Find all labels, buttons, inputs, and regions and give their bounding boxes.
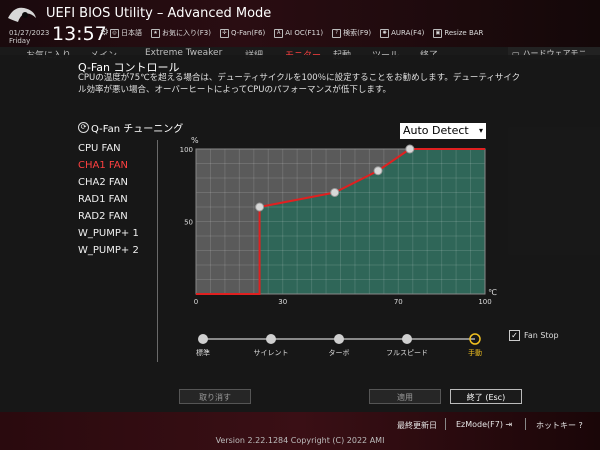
top-bar: UEFI BIOS Utility – Advanced Mode 01/27/… <box>0 0 600 47</box>
toolbar: ◎ 日本語 ★ お気に入り(F3) ✣ Q-Fan(F6) A AI OC(F11) ?… <box>110 28 483 38</box>
ai-oc-label: AI OC(F11) <box>285 29 324 37</box>
apply-button[interactable]: 適用 <box>369 389 441 404</box>
fan-item-cha1-fan[interactable]: CHA1 FAN <box>78 158 139 175</box>
ai-oc-button[interactable]: A AI OC(F11) <box>274 28 323 38</box>
fan-stop-label: Fan Stop <box>524 331 559 340</box>
ai-icon: A <box>274 28 284 38</box>
aura-icon: ✺ <box>380 28 390 38</box>
preset-knob[interactable] <box>334 334 344 344</box>
language-button[interactable]: ◎ 日本語 <box>110 28 142 38</box>
footer-separator <box>445 418 446 430</box>
fan-curve-chart[interactable]: 0 30 70 100 50 100% ℃ <box>178 130 498 312</box>
divider <box>157 140 158 362</box>
copyright-text: Version 2.22.1284 Copyright (C) 2022 AMI <box>215 436 385 445</box>
fan-stop-checkbox[interactable]: ✓ Fan Stop <box>509 330 559 341</box>
checkbox-check-icon: ✓ <box>509 330 520 341</box>
aura-button[interactable]: ✺ AURA(F4) <box>380 28 424 38</box>
star-icon: ★ <box>151 28 160 38</box>
help-icon: ? <box>332 28 342 38</box>
fan-item-rad1-fan[interactable]: RAD1 FAN <box>78 192 139 209</box>
date-display: 01/27/2023 Friday <box>9 29 49 45</box>
app-title: UEFI BIOS Utility – Advanced Mode <box>46 6 272 21</box>
fan-item-cha2-fan[interactable]: CHA2 FAN <box>78 175 139 192</box>
resize-bar-button[interactable]: ▣ Resize BAR <box>433 28 483 38</box>
x-axis-unit: ℃ <box>488 288 497 297</box>
favorites-label: お気に入り(F3) <box>162 29 211 37</box>
fan-item-w-pump-2[interactable]: W_PUMP+ 2 <box>78 243 139 260</box>
y-tick-label: 100 <box>180 146 193 154</box>
rog-logo-icon <box>8 7 36 22</box>
search-button[interactable]: ? 検索(F9) <box>332 28 371 38</box>
preset-knob[interactable] <box>198 334 208 344</box>
hotkeys-label: ホットキー <box>536 421 576 430</box>
search-label: 検索(F9) <box>343 29 372 37</box>
curve-control-point[interactable] <box>255 202 265 212</box>
ezmode-label: EzMode(F7) <box>456 420 503 429</box>
x-tick-label: 0 <box>194 298 198 306</box>
last-modified-button[interactable]: 最終更新日 <box>397 420 437 431</box>
preset-label: 標準 <box>196 348 210 357</box>
qfan-tuning-button[interactable]: ⟳ Q-Fan チューニング <box>78 120 183 135</box>
preset-label: 手動 <box>468 348 482 357</box>
curve-control-point[interactable] <box>405 144 415 154</box>
fan-icon: ✣ <box>219 28 229 38</box>
x-tick-label: 70 <box>394 298 403 306</box>
resize-icon: ▣ <box>433 28 443 38</box>
preset-slider[interactable]: 標準 サイレント ターボ フルスピード 手動 <box>190 330 490 360</box>
fan-item-rad2-fan[interactable]: RAD2 FAN <box>78 209 139 226</box>
exit-arrow-icon: ⇥ <box>505 420 513 429</box>
tuning-icon: ⟳ <box>78 122 89 133</box>
preset-knob[interactable] <box>402 334 412 344</box>
fan-list: CPU FAN CHA1 FAN CHA2 FAN RAD1 FAN RAD2 … <box>78 141 139 260</box>
aura-label: AURA(F4) <box>391 29 425 37</box>
ezmode-button[interactable]: EzMode(F7) ⇥ <box>456 420 512 429</box>
last-modified-label: 最終更新日 <box>397 421 437 430</box>
y-axis-unit: % <box>191 136 199 145</box>
footer-separator <box>525 418 526 430</box>
qfan-tuning-title: Q-Fan チューニング <box>91 124 184 135</box>
date-text: 01/27/2023 <box>9 29 50 37</box>
preset-label: フルスピード <box>386 349 428 357</box>
x-tick-label: 100 <box>478 298 491 306</box>
exit-button[interactable]: 終了 (Esc) <box>450 389 522 404</box>
x-tick-label: 30 <box>278 298 287 306</box>
globe-icon: ◎ <box>110 28 119 38</box>
hotkey-icon: ? <box>578 421 583 430</box>
fan-item-w-pump-1[interactable]: W_PUMP+ 1 <box>78 226 139 243</box>
clock-display: 13:57 <box>52 23 107 45</box>
preset-label: サイレント <box>254 349 289 357</box>
fan-item-cpu-fan[interactable]: CPU FAN <box>78 141 139 158</box>
hotkeys-button[interactable]: ホットキー ? <box>536 420 583 431</box>
qfan-button[interactable]: ✣ Q-Fan(F6) <box>219 28 266 38</box>
curve-control-point[interactable] <box>373 166 383 176</box>
preset-label: ターボ <box>329 348 350 357</box>
qfan-description: CPUの温度が75℃を超える場合は、デューティサイクルを100％に設定することを… <box>78 73 521 95</box>
undo-button[interactable]: 取り消す <box>179 389 251 404</box>
preset-knob[interactable] <box>266 334 276 344</box>
day-text: Friday <box>9 37 31 45</box>
curve-control-point[interactable] <box>330 188 340 197</box>
qfan-label: Q-Fan(F6) <box>230 29 266 37</box>
gear-icon[interactable]: ⚙ <box>100 27 109 38</box>
language-label: 日本語 <box>121 29 142 37</box>
favorites-button[interactable]: ★ お気に入り(F3) <box>151 28 211 38</box>
resize-bar-label: Resize BAR <box>444 29 484 37</box>
y-tick-label: 50 <box>184 219 193 227</box>
